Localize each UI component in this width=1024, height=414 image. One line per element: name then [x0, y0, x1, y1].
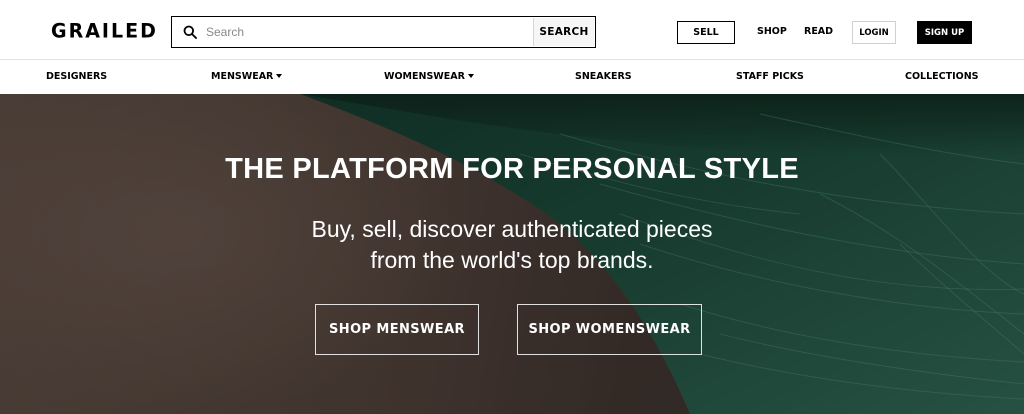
shop-menswear-button[interactable]: SHOP MENSWEAR	[315, 304, 479, 355]
nav-womenswear[interactable]: WOMENSWEAR	[384, 71, 474, 82]
read-link[interactable]: READ	[804, 26, 833, 37]
nav-sneakers[interactable]: SNEAKERS	[575, 71, 632, 82]
nav-menswear[interactable]: MENSWEAR	[211, 71, 283, 82]
category-nav: DESIGNERS MENSWEAR WOMENSWEAR SNEAKERS S…	[0, 60, 1024, 94]
hero-title: THE PLATFORM FOR PERSONAL STYLE	[225, 153, 799, 185]
nav-designers[interactable]: DESIGNERS	[46, 71, 107, 82]
grailed-logo[interactable]: GRAILED	[51, 19, 158, 42]
search-bar: SEARCH	[171, 16, 596, 48]
shop-womenswear-button[interactable]: SHOP WOMENSWEAR	[517, 304, 702, 355]
search-button[interactable]: SEARCH	[533, 18, 594, 46]
shop-link[interactable]: SHOP	[757, 26, 787, 37]
chevron-down-icon	[276, 74, 283, 78]
sell-button[interactable]: SELL	[677, 21, 735, 44]
search-icon	[183, 25, 197, 39]
hero-subtitle: Buy, sell, discover authenticated pieces…	[311, 216, 713, 273]
search-input[interactable]	[206, 18, 566, 46]
login-button[interactable]: LOGIN	[852, 21, 896, 44]
top-header: GRAILED SEARCH SELL SHOP READ LOGIN SIGN…	[0, 0, 1024, 60]
signup-button[interactable]: SIGN UP	[917, 21, 972, 44]
chevron-down-icon	[467, 74, 474, 78]
nav-collections[interactable]: COLLECTIONS	[905, 71, 979, 82]
nav-staff-picks[interactable]: STAFF PICKS	[736, 71, 804, 82]
hero-banner: THE PLATFORM FOR PERSONAL STYLE Buy, sel…	[0, 94, 1024, 414]
